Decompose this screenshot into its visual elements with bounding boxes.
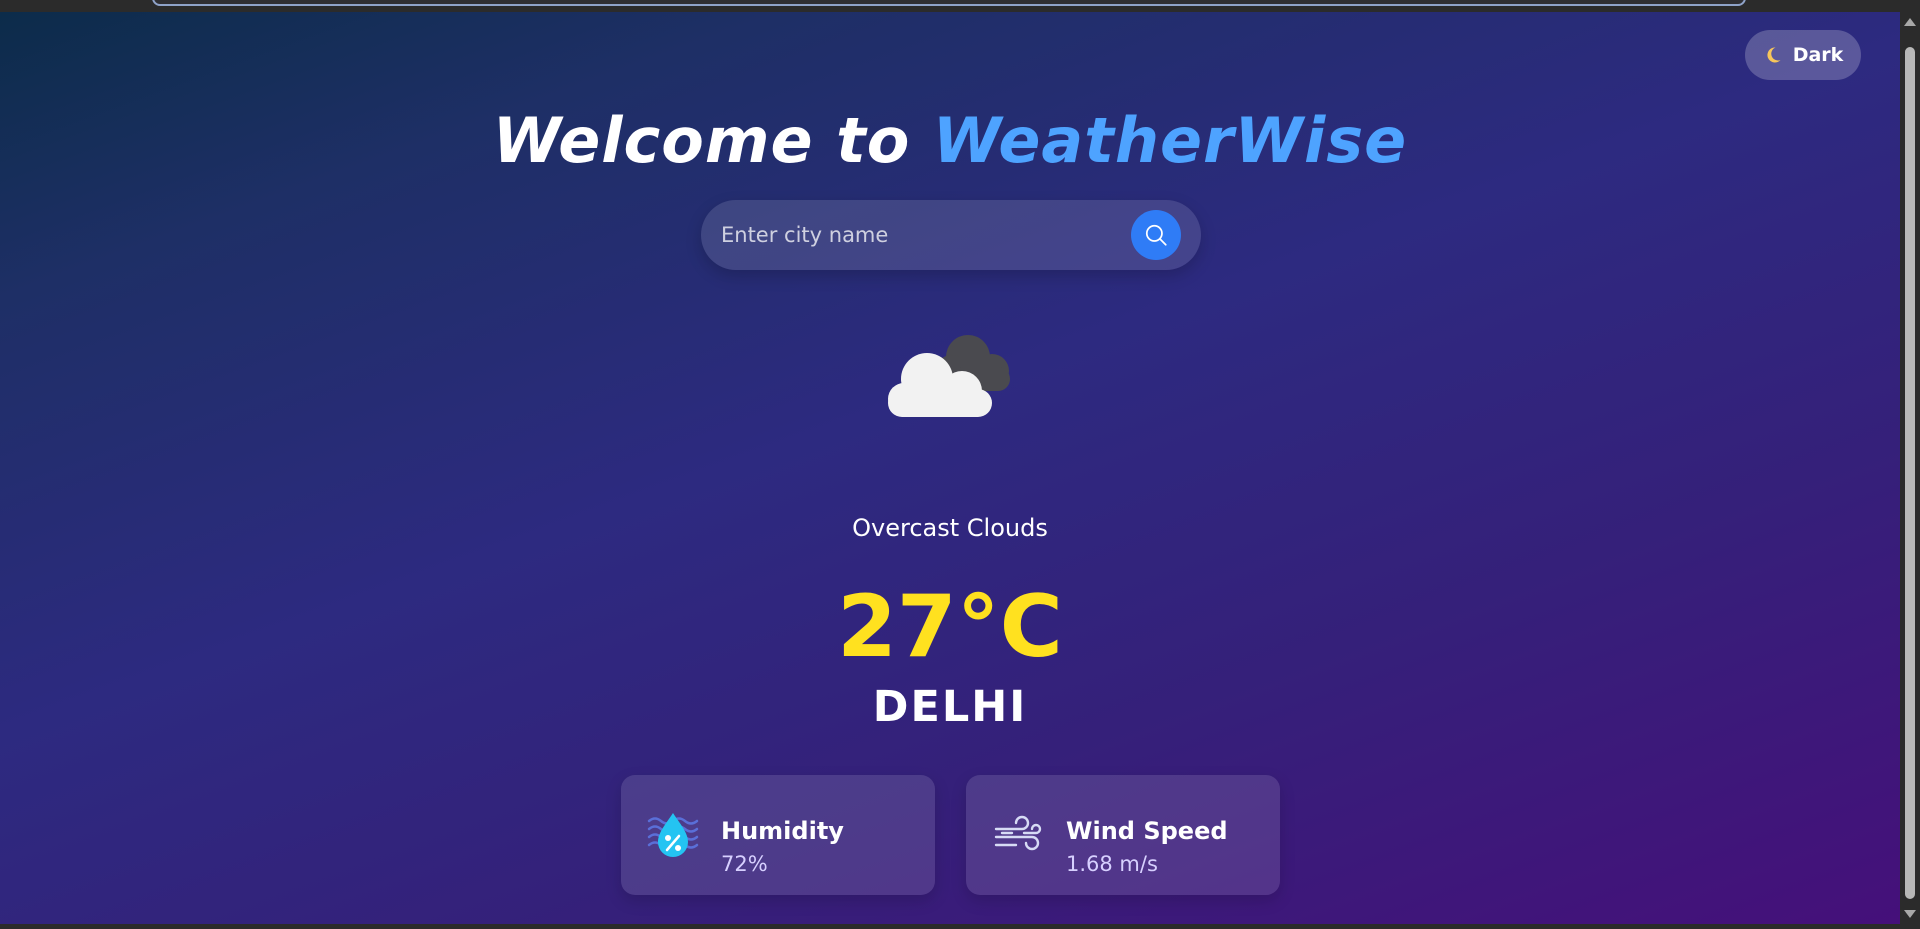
browser-toolbar bbox=[0, 0, 1920, 12]
search-button[interactable] bbox=[1131, 210, 1181, 260]
scrollbar[interactable] bbox=[1900, 12, 1920, 924]
page-title: Welcome to WeatherWise bbox=[0, 104, 1900, 177]
theme-toggle-button[interactable]: Dark bbox=[1745, 30, 1861, 80]
humidity-icon bbox=[647, 813, 699, 857]
humidity-value: 72% bbox=[721, 852, 768, 876]
search-input[interactable] bbox=[721, 210, 1111, 260]
wind-speed-card: Wind Speed 1.68 m/s bbox=[966, 775, 1280, 895]
scroll-down-arrow-icon[interactable] bbox=[1904, 910, 1916, 918]
search-icon bbox=[1145, 224, 1167, 246]
wind-speed-value: 1.68 m/s bbox=[1066, 852, 1158, 876]
title-prefix: Welcome to bbox=[492, 104, 911, 177]
title-brand: WeatherWise bbox=[932, 104, 1408, 177]
wind-icon bbox=[994, 815, 1042, 851]
city-name: DELHI bbox=[872, 682, 1028, 732]
weather-description: Overcast Clouds bbox=[852, 514, 1048, 542]
wind-speed-label: Wind Speed bbox=[1066, 817, 1228, 845]
bottom-edge bbox=[0, 924, 1920, 929]
search-bar bbox=[701, 200, 1201, 270]
scroll-thumb[interactable] bbox=[1905, 47, 1915, 899]
temperature: 27°C bbox=[837, 577, 1063, 677]
overcast-clouds-icon bbox=[888, 335, 1010, 417]
moon-icon bbox=[1767, 47, 1781, 63]
humidity-label: Humidity bbox=[721, 817, 844, 845]
theme-toggle-label: Dark bbox=[1792, 44, 1844, 66]
address-bar[interactable] bbox=[152, 0, 1746, 6]
humidity-card: Humidity 72% bbox=[621, 775, 935, 895]
scroll-up-arrow-icon[interactable] bbox=[1904, 18, 1916, 26]
weather-app: Dark Welcome to WeatherWise Overcast Clo… bbox=[0, 12, 1900, 924]
